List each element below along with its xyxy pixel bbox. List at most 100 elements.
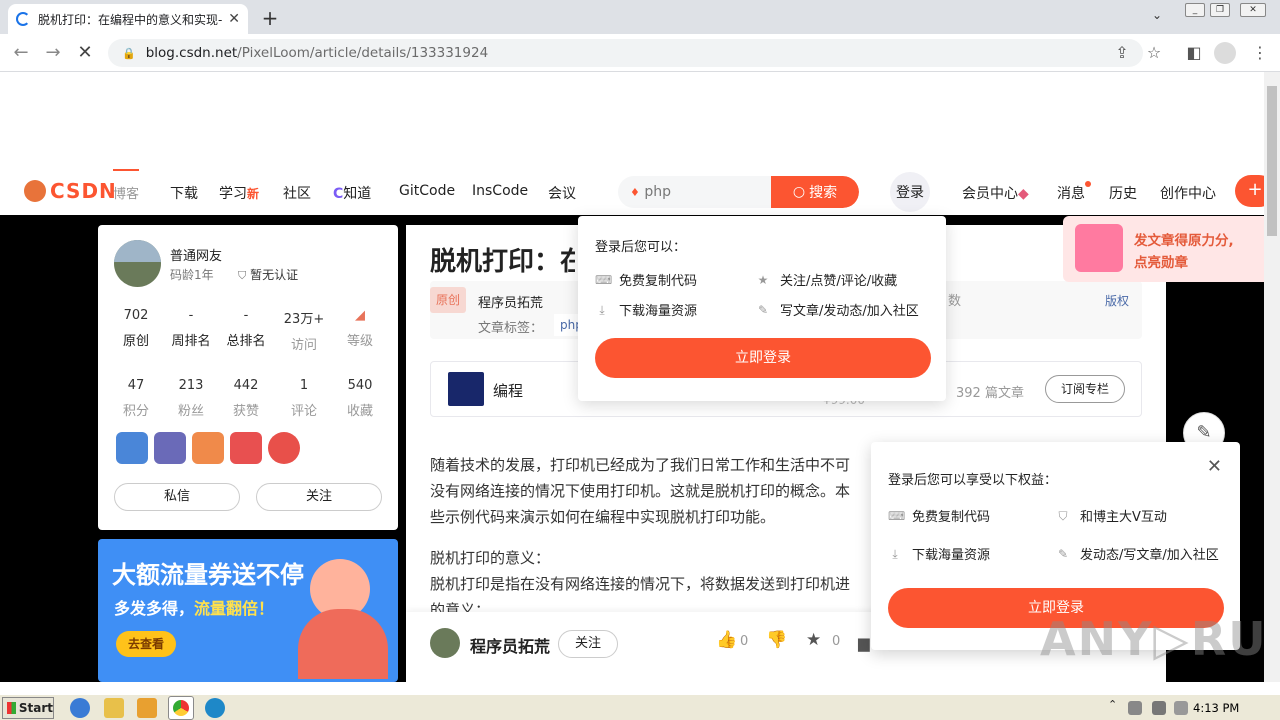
nav-download[interactable]: 下载 bbox=[170, 183, 198, 203]
nav-messages[interactable]: 消息 bbox=[1057, 181, 1091, 203]
address-bar[interactable]: 🔒 blog.csdn.net/PixelLoom/article/detail… bbox=[108, 39, 1143, 67]
subscribe-column-button[interactable]: 订阅专栏 bbox=[1045, 375, 1125, 403]
comment-icon[interactable]: ▆ bbox=[858, 634, 870, 652]
clock[interactable]: 4:13 PM bbox=[1193, 701, 1239, 715]
tab-search-chevron-icon[interactable]: ⌄ bbox=[1152, 8, 1162, 22]
ie-icon[interactable] bbox=[70, 698, 90, 718]
dislike-icon[interactable]: 👎 bbox=[766, 630, 787, 650]
tab-close-icon[interactable]: ✕ bbox=[228, 11, 240, 27]
stat-value: - bbox=[243, 308, 249, 323]
close-icon[interactable]: ✕ bbox=[1207, 456, 1222, 477]
nav-member-center[interactable]: 会员中心◆ bbox=[962, 183, 1029, 203]
promo-headline: 大额流量券送不停 bbox=[112, 561, 304, 589]
nav-gitcode[interactable]: GitCode bbox=[399, 183, 455, 199]
page-scrollbar[interactable] bbox=[1264, 72, 1280, 682]
author-avatar[interactable] bbox=[430, 628, 460, 658]
pen-icon: ✎ bbox=[757, 302, 769, 317]
nav-learn[interactable]: 学习新 bbox=[219, 183, 259, 203]
nav-zhidao[interactable]: C知道 bbox=[333, 183, 371, 203]
meta-count-partial: 数 bbox=[948, 294, 962, 309]
promo-button[interactable]: 去查看 bbox=[116, 631, 176, 657]
menu-icon[interactable]: ⋮ bbox=[1250, 43, 1270, 62]
badge-icon[interactable] bbox=[230, 432, 262, 464]
code-icon: ⌨ bbox=[888, 508, 906, 523]
profile-avatar-icon[interactable] bbox=[1214, 42, 1236, 64]
benefit-write: ✎ 发动态/写文章/加入社区 bbox=[1056, 544, 1219, 564]
minimize-button[interactable]: _ bbox=[1185, 3, 1205, 17]
browser-toolbar: ← → ✕ 🔒 blog.csdn.net/PixelLoom/article/… bbox=[0, 34, 1280, 72]
edge-icon[interactable] bbox=[205, 698, 225, 718]
stat-total-rank[interactable]: - 总排名 bbox=[216, 308, 276, 349]
flag-icon[interactable] bbox=[1174, 701, 1188, 715]
shield-icon: ⛉ bbox=[238, 269, 247, 282]
forward-icon[interactable]: → bbox=[42, 42, 64, 63]
column-name[interactable]: 编程 bbox=[493, 380, 523, 401]
meta-author[interactable]: 程序员拓荒 bbox=[478, 292, 543, 311]
nav-history[interactable]: 历史 bbox=[1109, 183, 1137, 203]
stat-level[interactable]: ◢ 等级 bbox=[330, 308, 390, 349]
login-button[interactable]: 登录 bbox=[890, 172, 930, 212]
download-icon: ⤓ bbox=[599, 302, 605, 317]
like-icon[interactable]: 👍 bbox=[716, 630, 737, 650]
nav-meeting[interactable]: 会议 bbox=[548, 183, 576, 203]
benefit-label: 写文章/发动态/加入社区 bbox=[780, 304, 919, 319]
favorite-star-icon[interactable]: ★ bbox=[806, 630, 821, 650]
new-badge: 新 bbox=[247, 187, 260, 201]
scroll-thumb[interactable] bbox=[1267, 86, 1277, 236]
gift-line2: 点亮勋章 bbox=[1134, 255, 1188, 271]
chrome-taskbar-button[interactable] bbox=[168, 696, 194, 720]
display-icon[interactable] bbox=[1152, 701, 1166, 715]
follow-button[interactable]: 关注 bbox=[256, 483, 382, 511]
nav-creator-center[interactable]: 创作中心 bbox=[1160, 183, 1216, 203]
promo-banner[interactable]: 大额流量券送不停 多发多得，流量翻倍！ 去查看 bbox=[98, 539, 398, 682]
author-name[interactable]: 程序员拓荒 bbox=[470, 633, 550, 657]
gift-banner[interactable]: 发文章得原力分, 点亮勋章 bbox=[1063, 216, 1264, 282]
stat-fans: 213 粉丝 bbox=[161, 378, 221, 419]
csdn-logo[interactable]: CSDN bbox=[24, 179, 117, 203]
nav-blog[interactable]: 博客 bbox=[113, 169, 140, 202]
network-icon[interactable] bbox=[1128, 701, 1142, 715]
badge-icon[interactable] bbox=[268, 432, 300, 464]
follow-author-button[interactable]: 关注 bbox=[558, 630, 618, 658]
active-tab[interactable]: 脱机打印：在编程中的意义和实现-C ✕ bbox=[8, 4, 248, 34]
nav-label: 历史 bbox=[1109, 186, 1137, 202]
zhidao-icon: C bbox=[333, 186, 344, 202]
share-icon[interactable]: ⇪ bbox=[1112, 43, 1132, 62]
tags-label: 文章标签： bbox=[478, 321, 544, 336]
stat-original[interactable]: 702 原创 bbox=[106, 308, 166, 349]
url-domain: blog.csdn.net bbox=[145, 45, 238, 61]
start-button[interactable]: Start bbox=[2, 697, 54, 719]
nav-label: 会议 bbox=[548, 186, 576, 202]
back-icon[interactable]: ← bbox=[10, 42, 32, 63]
media-player-icon[interactable] bbox=[137, 698, 157, 718]
private-message-button[interactable]: 私信 bbox=[114, 483, 240, 511]
stat-value: 1 bbox=[299, 378, 309, 393]
tray-arrow-icon[interactable]: ⌃ bbox=[1108, 698, 1118, 718]
nav-community[interactable]: 社区 bbox=[283, 183, 311, 203]
promo-sub-b: 流量翻倍！ bbox=[194, 599, 275, 618]
stat-week-rank[interactable]: - 周排名 bbox=[161, 308, 221, 349]
copyright-link[interactable]: 版权 bbox=[1105, 292, 1129, 309]
column-cover[interactable] bbox=[448, 372, 484, 406]
profile-name[interactable]: 普通网友 bbox=[170, 245, 222, 264]
avatar[interactable] bbox=[114, 240, 161, 287]
bookmark-star-icon[interactable]: ☆ bbox=[1144, 43, 1164, 62]
benefit-label: 发动态/写文章/加入社区 bbox=[1080, 548, 1219, 563]
explorer-icon[interactable] bbox=[104, 698, 124, 718]
stop-loading-icon[interactable]: ✕ bbox=[74, 42, 96, 63]
new-tab-button[interactable]: + bbox=[258, 6, 282, 30]
nav-inscode[interactable]: InsCode bbox=[472, 183, 528, 199]
search-button[interactable]: ○ 搜索 bbox=[771, 176, 859, 208]
side-panel-icon[interactable]: ◧ bbox=[1184, 43, 1204, 62]
search-input[interactable]: ♦ php bbox=[630, 184, 671, 200]
close-window-button[interactable]: ✕ bbox=[1240, 3, 1266, 17]
restore-button[interactable]: ❐ bbox=[1210, 3, 1230, 17]
login-now-button[interactable]: 立即登录 bbox=[595, 338, 931, 378]
badge-icon[interactable] bbox=[116, 432, 148, 464]
login-hover-popup: 登录后您可以： ⌨ 免费复制代码 ★ 关注/点赞/评论/收藏 ⤓ 下载海量资源 ✎ 写文… bbox=[578, 216, 946, 401]
publish-button[interactable]: + bbox=[1235, 175, 1264, 207]
badge-icon[interactable] bbox=[154, 432, 186, 464]
search-box[interactable]: ♦ php ○ 搜索 bbox=[618, 176, 859, 208]
stat-favorites: 540 收藏 bbox=[330, 378, 390, 419]
badge-icon[interactable] bbox=[192, 432, 224, 464]
